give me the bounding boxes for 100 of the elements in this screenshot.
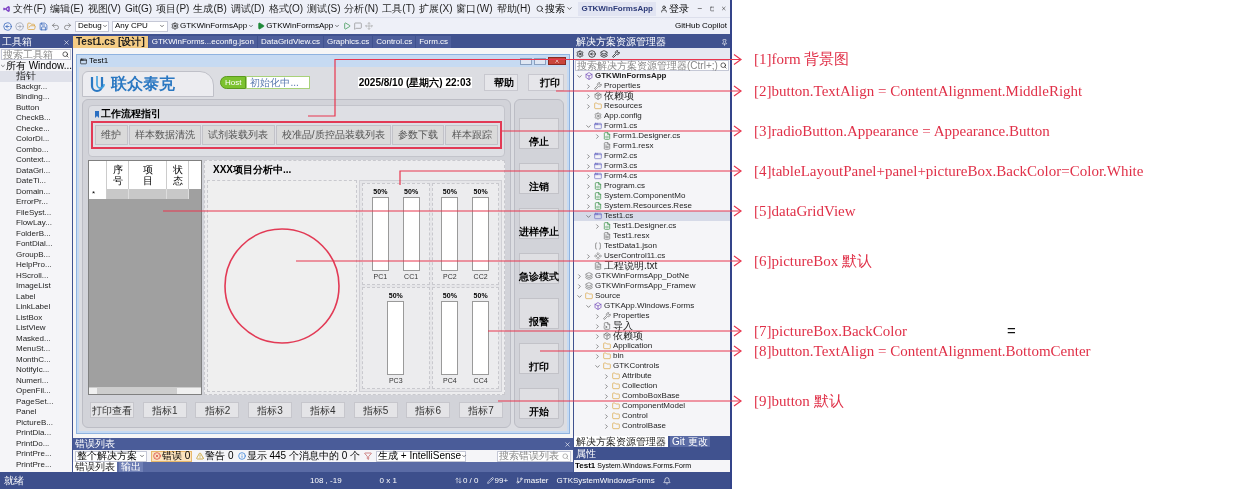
indicator-button[interactable]: 指标5: [353, 402, 398, 418]
toolbox-item[interactable]: ErrorPr...: [0, 197, 72, 208]
filter-icon[interactable]: [364, 452, 373, 460]
wrench-icon[interactable]: [612, 50, 620, 58]
header-button[interactable]: 打印: [528, 73, 564, 91]
expand-caret-icon[interactable]: [603, 412, 610, 420]
radio-button[interactable]: 试剂装载列表: [202, 125, 275, 145]
toolbox-item[interactable]: GroupB...: [0, 249, 72, 260]
menu-item[interactable]: Git(G): [123, 2, 154, 15]
close-button[interactable]: [548, 57, 566, 65]
warnings-filter[interactable]: 警告 0: [196, 451, 234, 461]
document-tab[interactable]: Test1.cs [设计]: [73, 36, 148, 48]
toolbox-item[interactable]: MonthC...: [0, 354, 72, 365]
expand-caret-icon[interactable]: [594, 322, 601, 330]
toolbox-item[interactable]: PrintDo...: [0, 438, 72, 449]
expand-caret-icon[interactable]: [594, 352, 601, 360]
indicator-button[interactable]: 指标3: [248, 402, 293, 418]
collapse-caret-icon[interactable]: [594, 362, 601, 370]
tree-item[interactable]: Attribute: [574, 371, 730, 381]
toolbox-item[interactable]: PrintPre...: [0, 449, 72, 460]
tree-item[interactable]: ComboBoxBase: [574, 391, 730, 401]
document-tab[interactable]: GTKWinForms...econfig.json: [148, 36, 257, 48]
indicator-button[interactable]: 指标6: [406, 402, 451, 418]
collapse-caret-icon[interactable]: [585, 302, 592, 310]
tree-item[interactable]: Program.cs: [574, 181, 730, 191]
save-icon[interactable]: [39, 21, 48, 31]
back-icon[interactable]: [588, 50, 596, 58]
move-icon[interactable]: [365, 22, 374, 30]
expand-caret-icon[interactable]: [576, 282, 583, 290]
tree-item[interactable]: Properties: [574, 311, 730, 321]
toolbox-item[interactable]: Checke...: [0, 123, 72, 134]
toolbox-item[interactable]: ListBox: [0, 312, 72, 323]
bell-icon[interactable]: [662, 476, 671, 485]
radio-button[interactable]: 样本跟踪: [445, 125, 498, 145]
tree-item[interactable]: GTKWinFormsApp: [574, 71, 730, 81]
side-button[interactable]: 注销: [519, 163, 559, 194]
close-icon[interactable]: [63, 38, 70, 46]
tree-item[interactable]: Control: [574, 411, 730, 421]
pin-icon[interactable]: [721, 38, 728, 46]
startup-project-dropdown[interactable]: GTKWinFormsApp: [171, 20, 255, 32]
tree-item[interactable]: GTKControls: [574, 361, 730, 371]
collapse-caret-icon[interactable]: [576, 292, 583, 300]
comment-icon[interactable]: [354, 22, 363, 30]
toolbox-item[interactable]: FileSyst...: [0, 207, 72, 218]
search-field[interactable]: 搜索解决方案资源管理器(Ctrl+;): [575, 60, 729, 71]
menu-item[interactable]: 格式(O): [267, 2, 305, 15]
tree-item[interactable]: bin: [574, 351, 730, 361]
toolbox-item[interactable]: DateTi...: [0, 176, 72, 187]
toolbox-item[interactable]: Numeri...: [0, 375, 72, 386]
expand-caret-icon[interactable]: [603, 372, 610, 380]
tree-item[interactable]: Form4.cs: [574, 171, 730, 181]
tree-item[interactable]: Test1.cs: [574, 211, 730, 221]
side-button[interactable]: 停止: [519, 118, 559, 149]
tree-item[interactable]: Form1.cs: [574, 121, 730, 131]
toolbox-item[interactable]: PrintPre...: [0, 459, 72, 470]
sign-in-button[interactable]: 登录: [659, 2, 689, 15]
horizontal-scrollbar[interactable]: [89, 387, 201, 394]
close-icon[interactable]: [721, 4, 727, 13]
radio-button[interactable]: 校准品/质控品装载列表: [275, 125, 391, 145]
forward-icon[interactable]: [15, 21, 24, 31]
tree-item[interactable]: System.ComponentMo: [574, 191, 730, 201]
gear-icon[interactable]: [576, 50, 584, 58]
menu-item[interactable]: 分析(N): [343, 2, 380, 15]
tree-item[interactable]: Collection: [574, 381, 730, 391]
toolbox-item[interactable]: PictureB...: [0, 417, 72, 428]
toolbox-item[interactable]: FontDial...: [0, 239, 72, 250]
close-icon[interactable]: [564, 440, 571, 448]
tree-item[interactable]: 依赖项: [574, 331, 730, 341]
expand-caret-icon[interactable]: [585, 182, 592, 190]
side-button[interactable]: 急诊模式: [519, 253, 559, 284]
menu-item[interactable]: 窗口(W): [455, 2, 494, 15]
search-field[interactable]: 搜索工具箱: [1, 49, 71, 60]
menu-item[interactable]: 项目(P): [155, 2, 191, 15]
toolbox-item[interactable]: Masked...: [0, 333, 72, 344]
expand-caret-icon[interactable]: [585, 152, 592, 160]
back-icon[interactable]: [3, 21, 12, 31]
redo-icon[interactable]: [63, 21, 72, 31]
tree-item[interactable]: Test1.Designer.cs: [574, 221, 730, 231]
header-button[interactable]: 帮助: [484, 73, 518, 91]
tree-item[interactable]: System.Resources.Rese: [574, 201, 730, 211]
platform-dropdown[interactable]: Any CPU: [112, 20, 168, 32]
tree-item[interactable]: GTKWinFormsApp_DotNe: [574, 271, 730, 281]
expand-caret-icon[interactable]: [594, 312, 601, 320]
indicator-button[interactable]: 指标7: [458, 402, 503, 418]
toolbox-item[interactable]: FlowLay...: [0, 218, 72, 229]
document-tab[interactable]: DataGridView.cs: [258, 36, 323, 48]
toolbox-item[interactable]: 指针: [0, 71, 72, 82]
document-tab[interactable]: Form.cs: [416, 36, 452, 48]
expand-caret-icon[interactable]: [585, 172, 592, 180]
menu-item[interactable]: 帮助(H): [495, 2, 532, 15]
configuration-dropdown[interactable]: Debug: [75, 20, 109, 32]
play-icon[interactable]: [343, 22, 352, 30]
expand-caret-icon[interactable]: [585, 252, 592, 260]
menu-item[interactable]: 生成(B): [192, 2, 228, 15]
expand-caret-icon[interactable]: [603, 382, 610, 390]
panel-tab[interactable]: 输出: [119, 462, 143, 472]
toolbox-item[interactable]: DataGri...: [0, 165, 72, 176]
table-cell[interactable]: [129, 189, 167, 199]
toolbox-item[interactable]: Panel: [0, 407, 72, 418]
radio-button[interactable]: 样本数据清洗: [128, 125, 202, 145]
